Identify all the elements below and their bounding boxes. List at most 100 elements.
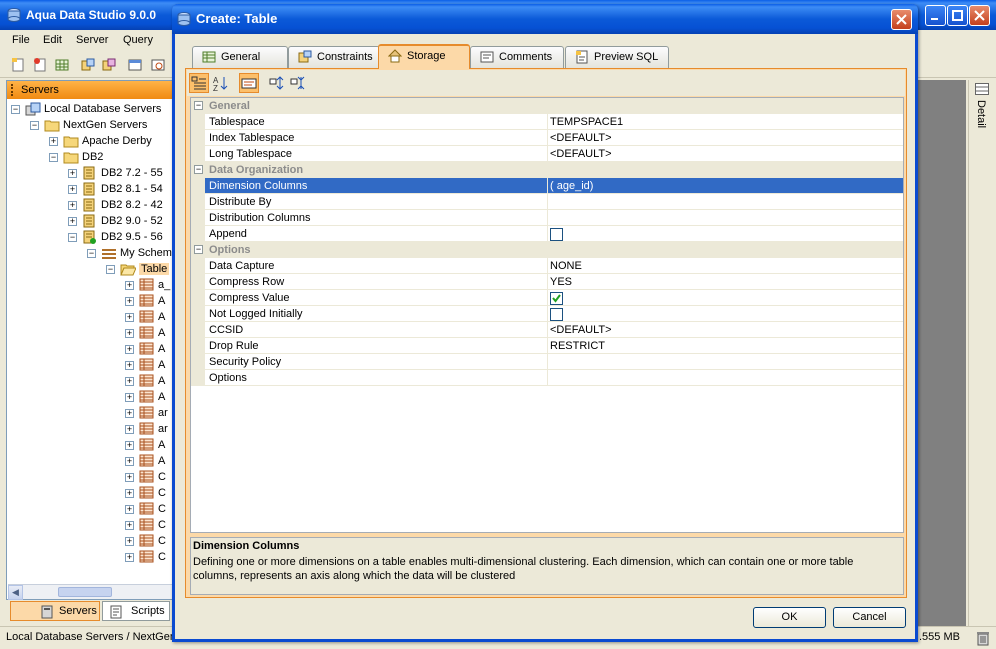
expand-icon[interactable]: + (125, 345, 134, 354)
detail-side-panel[interactable]: Detail (968, 80, 994, 626)
tree-item[interactable]: + A (7, 453, 173, 469)
expand-icon[interactable]: + (125, 281, 134, 290)
prop-row-distribute-by[interactable]: Distribute By (191, 194, 903, 210)
menu-server[interactable]: Server (76, 34, 108, 46)
new-server-icon[interactable] (32, 57, 48, 73)
tree-item[interactable]: − NextGen Servers (7, 117, 173, 133)
tab-scripts[interactable]: Scripts (102, 601, 170, 621)
dialog-titlebar[interactable]: Create: Table (172, 4, 918, 34)
tab-servers[interactable]: Servers (10, 601, 100, 621)
tree-item[interactable]: − My Schem (7, 245, 173, 261)
tree-item[interactable]: + DB2 8.1 - 54 (7, 181, 173, 197)
section-data-organization[interactable]: − Data Organization (191, 162, 903, 178)
categorized-view-button[interactable] (189, 73, 209, 93)
prop-value-tablespace[interactable]: TEMPSPACE1 (550, 116, 623, 128)
expand-icon[interactable]: + (68, 201, 77, 210)
tab-comments[interactable]: Comments (470, 46, 564, 68)
prop-row-distribution-columns[interactable]: Distribution Columns (191, 210, 903, 226)
expand-icon[interactable]: + (125, 473, 134, 482)
expand-icon[interactable]: + (68, 169, 77, 178)
section-general[interactable]: − General (191, 98, 903, 114)
expand-icon[interactable]: + (125, 329, 134, 338)
prop-value-index-tablespace[interactable]: <DEFAULT> (550, 132, 612, 144)
tree-item[interactable]: + ar (7, 421, 173, 437)
tree-item[interactable]: − DB2 9.5 - 56 (7, 229, 173, 245)
tree-item[interactable]: + DB2 7.2 - 55 (7, 165, 173, 181)
cancel-button[interactable]: Cancel (833, 607, 906, 628)
compress-value-checkbox[interactable] (550, 292, 563, 305)
tab-preview-sql[interactable]: Preview SQL (565, 46, 669, 68)
prop-row-long-tablespace[interactable]: Long Tablespace <DEFAULT> (191, 146, 903, 162)
prop-row-index-tablespace[interactable]: Index Tablespace <DEFAULT> (191, 130, 903, 146)
collapse-icon[interactable]: − (30, 121, 39, 130)
tree-item[interactable]: + DB2 8.2 - 42 (7, 197, 173, 213)
tree-item[interactable]: + Apache Derby (7, 133, 173, 149)
prop-row-options[interactable]: Options (191, 370, 903, 386)
detail-label[interactable]: Detail (975, 100, 987, 128)
section-options[interactable]: − Options (191, 242, 903, 258)
expand-icon[interactable]: + (125, 553, 134, 562)
schema-compare-icon[interactable] (101, 57, 117, 73)
expand-icon[interactable]: + (68, 217, 77, 226)
expand-icon[interactable]: + (125, 441, 134, 450)
prop-value-dimension-columns[interactable]: ( age_id) (550, 180, 593, 192)
property-pages-button[interactable] (239, 73, 259, 93)
prop-row-tablespace[interactable]: Tablespace TEMPSPACE1 (191, 114, 903, 130)
window-icon[interactable] (127, 57, 143, 73)
collapse-icon[interactable]: − (68, 233, 77, 242)
menu-query[interactable]: Query (123, 34, 153, 46)
expand-icon[interactable]: + (125, 393, 134, 402)
tree-item[interactable]: + A (7, 389, 173, 405)
prop-value-compress-row[interactable]: YES (550, 276, 572, 288)
expand-icon[interactable]: + (68, 185, 77, 194)
expand-icon[interactable]: + (125, 521, 134, 530)
prop-row-ccsid[interactable]: CCSID <DEFAULT> (191, 322, 903, 338)
maximize-button[interactable] (947, 5, 968, 26)
alphabetical-sort-button[interactable]: AZ (210, 73, 230, 93)
tree-item[interactable]: + C (7, 533, 173, 549)
tree-item[interactable]: + A (7, 309, 173, 325)
servers-panel-header[interactable]: Servers (7, 81, 173, 99)
expand-icon[interactable]: + (125, 425, 134, 434)
menu-file[interactable]: File (12, 34, 30, 46)
horizontal-scrollbar[interactable]: ◀ (8, 584, 172, 600)
expand-icon[interactable]: + (125, 457, 134, 466)
tree-item[interactable]: + C (7, 549, 173, 565)
expand-icon[interactable]: + (125, 313, 134, 322)
tree-item[interactable]: + A (7, 357, 173, 373)
tree-item[interactable]: − Local Database Servers (7, 101, 173, 117)
tree-item[interactable]: + a_ (7, 277, 173, 293)
tree-item[interactable]: + ar (7, 405, 173, 421)
prop-row-security-policy[interactable]: Security Policy (191, 354, 903, 370)
tree-item[interactable]: + A (7, 373, 173, 389)
collapse-icon[interactable]: − (106, 265, 115, 274)
tree-item[interactable]: + C (7, 485, 173, 501)
prop-row-compress-value[interactable]: Compress Value (191, 290, 903, 306)
scrollbar-thumb[interactable] (58, 587, 112, 597)
new-query-icon[interactable] (10, 57, 26, 73)
dialog-close-button[interactable] (891, 9, 912, 30)
collapse-all-button[interactable] (289, 73, 309, 93)
ok-button[interactable]: OK (753, 607, 826, 628)
prop-row-not-logged-initially[interactable]: Not Logged Initially (191, 306, 903, 322)
scroll-left-arrow[interactable]: ◀ (8, 585, 23, 600)
tree-item[interactable]: − DB2 (7, 149, 173, 165)
prop-value-data-capture[interactable]: NONE (550, 260, 582, 272)
expand-icon[interactable]: + (125, 297, 134, 306)
collapse-icon[interactable]: − (49, 153, 58, 162)
append-checkbox[interactable] (550, 228, 563, 241)
collapse-icon[interactable]: − (194, 165, 203, 174)
collapse-icon[interactable]: − (87, 249, 96, 258)
expand-icon[interactable]: + (125, 537, 134, 546)
tree-item[interactable]: + C (7, 517, 173, 533)
collapse-icon[interactable]: − (194, 245, 203, 254)
prop-row-compress-row[interactable]: Compress Row YES (191, 274, 903, 290)
tree-item[interactable]: + A (7, 293, 173, 309)
prop-value-drop-rule[interactable]: RESTRICT (550, 340, 605, 352)
not-logged-initially-checkbox[interactable] (550, 308, 563, 321)
expand-icon[interactable]: + (125, 409, 134, 418)
main-close-button[interactable] (969, 5, 990, 26)
tab-general[interactable]: General (192, 46, 288, 68)
prop-row-data-capture[interactable]: Data Capture NONE (191, 258, 903, 274)
tab-storage[interactable]: Storage (378, 44, 470, 69)
